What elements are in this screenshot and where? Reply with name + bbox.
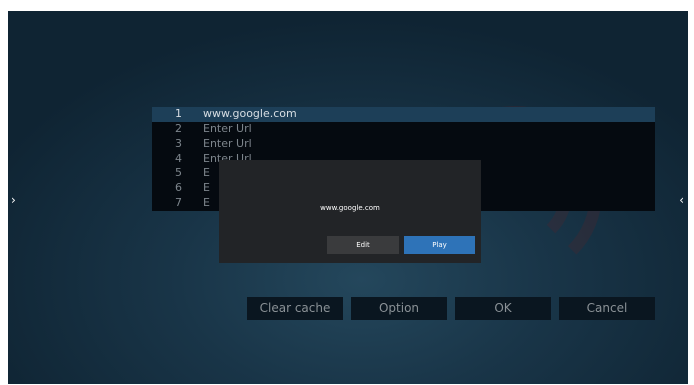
ok-button[interactable]: OK <box>455 297 551 320</box>
signage-screen: › ‹ 1 www.google.com 2 Enter Url 3 Enter… <box>8 11 688 384</box>
url-row-value: Enter Url <box>203 121 252 135</box>
clear-cache-button[interactable]: Clear cache <box>247 297 343 320</box>
url-row-number: 6 <box>175 181 182 195</box>
url-row-value: www.google.com <box>203 107 297 120</box>
play-button[interactable]: Play <box>404 236 475 254</box>
url-row-value: Enter Url <box>203 136 252 150</box>
cancel-button[interactable]: Cancel <box>559 297 655 320</box>
url-list-item[interactable]: 2 Enter Url <box>152 122 655 137</box>
dialog-url-text: www.google.com <box>320 204 380 212</box>
url-list-item[interactable]: 3 Enter Url <box>152 137 655 152</box>
chevron-left-icon[interactable]: ‹ <box>679 194 684 206</box>
url-row-value: E <box>203 166 210 180</box>
url-row-number: 5 <box>175 166 182 180</box>
url-row-number: 4 <box>175 151 182 165</box>
chevron-right-icon[interactable]: › <box>11 194 16 206</box>
edit-button[interactable]: Edit <box>327 236 399 254</box>
url-row-number: 1 <box>175 107 182 120</box>
url-row-value: E <box>203 196 210 210</box>
url-row-number: 2 <box>175 121 182 135</box>
url-row-value: E <box>203 181 210 195</box>
url-list-item[interactable]: 1 www.google.com <box>152 107 655 122</box>
option-button[interactable]: Option <box>351 297 447 320</box>
url-row-number: 7 <box>175 196 182 210</box>
url-row-number: 3 <box>175 136 182 150</box>
url-action-dialog: www.google.com Edit Play <box>219 160 481 263</box>
